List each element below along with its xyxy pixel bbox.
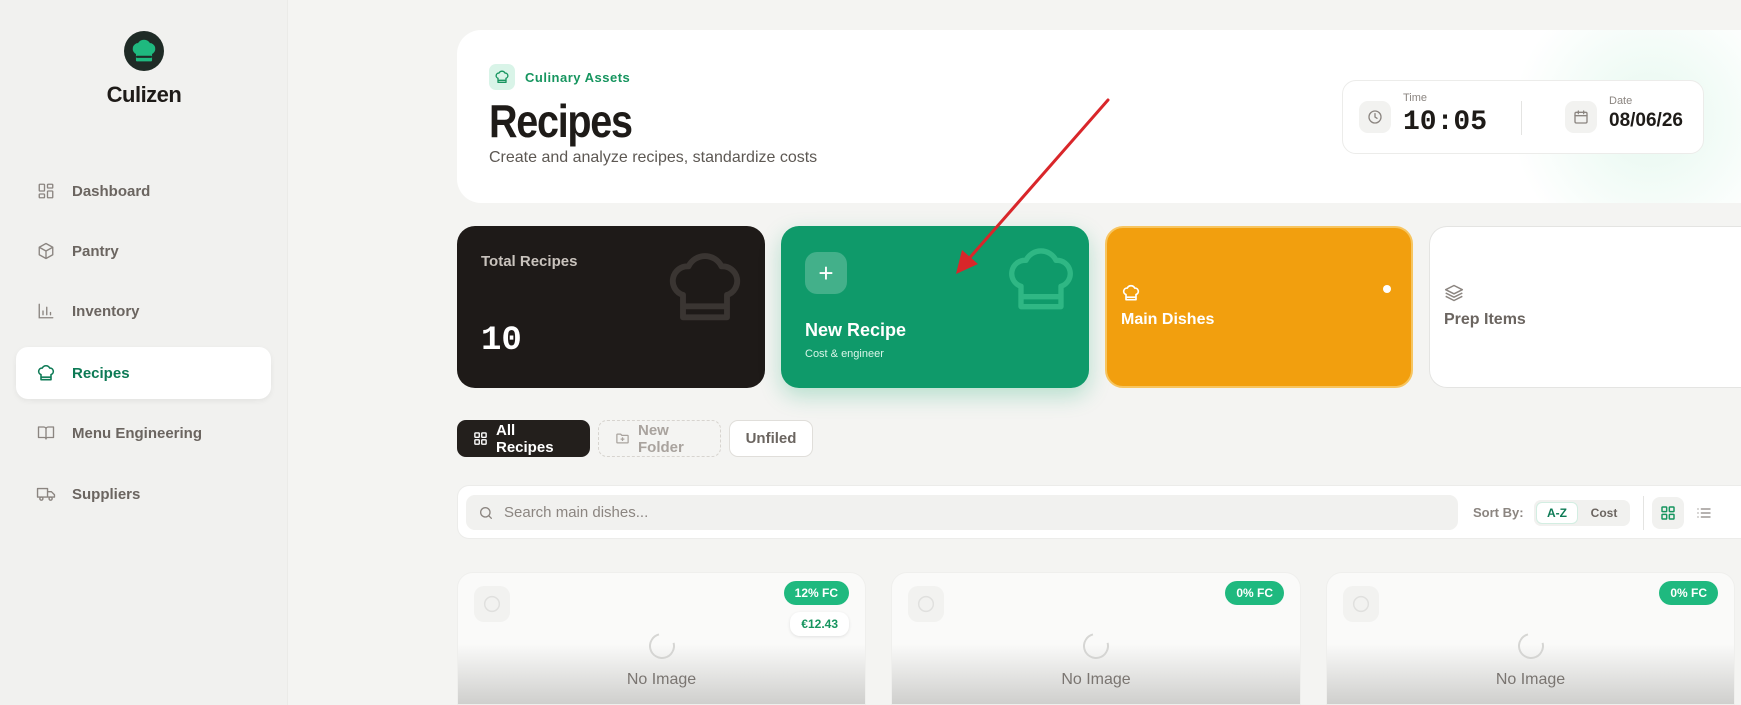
page-title: Recipes bbox=[489, 95, 633, 147]
no-image-placeholder: No Image bbox=[1061, 671, 1131, 688]
sidebar-item-inventory[interactable]: Inventory bbox=[16, 285, 271, 337]
search-toolbar: Sort By: A-Z Cost bbox=[457, 485, 1741, 539]
food-cost-badge: 0% FC bbox=[1659, 581, 1718, 605]
tab-label: Unfiled bbox=[745, 430, 797, 447]
plus-icon: + bbox=[805, 252, 847, 294]
dashboard-icon bbox=[36, 181, 56, 201]
page-subtitle: Create and analyze recipes, standardize … bbox=[489, 149, 818, 166]
chef-hat-icon bbox=[36, 363, 56, 383]
sidebar-item-label: Dashboard bbox=[72, 182, 151, 200]
chef-hat-icon bbox=[1122, 284, 1140, 301]
sort-az-button[interactable]: A-Z bbox=[1536, 502, 1578, 524]
sidebar-item-label: Inventory bbox=[72, 302, 140, 320]
sort-cost-button[interactable]: Cost bbox=[1582, 502, 1626, 524]
sidebar-item-dashboard[interactable]: Dashboard bbox=[16, 165, 271, 217]
list-icon bbox=[1697, 508, 1711, 518]
sidebar-item-pantry[interactable]: Pantry bbox=[16, 225, 271, 277]
tab-unfiled[interactable]: Unfiled bbox=[729, 420, 813, 457]
sidebar-item-suppliers[interactable]: Suppliers bbox=[16, 468, 271, 520]
divider bbox=[1521, 101, 1522, 135]
main-dishes-label: Main Dishes bbox=[1121, 311, 1215, 328]
date-value: 08/06/26 bbox=[1609, 110, 1683, 131]
price-badge: €12.43 bbox=[790, 612, 849, 636]
date-label: Date bbox=[1609, 95, 1633, 107]
food-cost-badge: 0% FC bbox=[1225, 581, 1284, 605]
no-image-placeholder: No Image bbox=[626, 671, 697, 688]
new-recipe-label: New Recipe bbox=[805, 320, 907, 340]
folder-plus-icon bbox=[615, 431, 630, 446]
total-recipes-card: Total Recipes 10 bbox=[457, 226, 765, 388]
chef-hat-logo-icon bbox=[124, 31, 164, 71]
chef-hat-icon bbox=[489, 64, 515, 90]
truck-icon bbox=[36, 484, 56, 504]
tab-label: All Recipes bbox=[496, 421, 554, 456]
bar-chart-icon bbox=[36, 301, 56, 321]
layers-icon bbox=[1444, 284, 1464, 302]
time-value: 10:05 bbox=[1403, 107, 1488, 138]
recipe-card[interactable]: 12% FC €12.43 No Image bbox=[457, 572, 866, 705]
section-eyebrow: Culinary Assets bbox=[525, 70, 631, 85]
active-dot bbox=[1383, 285, 1391, 293]
chef-hat-watermark-icon bbox=[669, 253, 741, 321]
search-icon bbox=[478, 505, 494, 521]
select-checkbox[interactable] bbox=[474, 586, 510, 622]
grid-icon bbox=[1661, 506, 1675, 520]
sidebar-item-recipes[interactable]: Recipes bbox=[16, 347, 271, 399]
sort-toggle: A-Z Cost bbox=[1534, 500, 1630, 526]
grid-view-button[interactable] bbox=[1652, 497, 1684, 529]
recipe-card[interactable]: 0% FC No Image bbox=[891, 572, 1301, 705]
sidebar-item-menu-engineering[interactable]: Menu Engineering bbox=[16, 407, 271, 459]
sort-label: Sort By: bbox=[1473, 505, 1524, 520]
book-icon bbox=[36, 423, 56, 443]
page-header: Culinary Assets Recipes Create and analy… bbox=[457, 30, 1741, 203]
divider bbox=[1643, 496, 1644, 530]
time-label: Time bbox=[1403, 92, 1428, 104]
prep-items-label: Prep Items bbox=[1444, 311, 1526, 328]
sidebar-item-label: Suppliers bbox=[72, 485, 141, 503]
new-recipe-button[interactable]: + New Recipe Cost & engineer bbox=[781, 226, 1089, 388]
search-input[interactable] bbox=[504, 504, 1404, 521]
search-box[interactable] bbox=[466, 495, 1458, 530]
grid-icon bbox=[473, 431, 488, 446]
total-recipes-value: 10 bbox=[481, 322, 522, 360]
clock-icon bbox=[1359, 101, 1391, 133]
new-recipe-sublabel: Cost & engineer bbox=[805, 348, 884, 360]
sidebar-item-label: Pantry bbox=[72, 242, 119, 260]
new-folder-button[interactable]: New Folder bbox=[598, 420, 721, 457]
tab-all-recipes[interactable]: All Recipes bbox=[457, 420, 590, 457]
food-cost-badge: 12% FC bbox=[783, 581, 849, 605]
no-image-placeholder: No Image bbox=[1495, 671, 1566, 688]
sidebar-item-label: Recipes bbox=[72, 364, 130, 382]
select-checkbox[interactable] bbox=[1343, 586, 1379, 622]
sidebar: Culizen Dashboard Pantry Inventory Recip… bbox=[0, 0, 288, 705]
recipe-card[interactable]: 0% FC No Image bbox=[1326, 572, 1735, 705]
main-dishes-filter-card[interactable]: Main Dishes bbox=[1105, 226, 1413, 388]
tab-label: New Folder bbox=[638, 421, 684, 456]
total-recipes-label: Total Recipes bbox=[481, 253, 578, 270]
brand-name: Culizen bbox=[106, 82, 182, 107]
prep-items-filter-card[interactable]: Prep Items bbox=[1429, 226, 1741, 388]
box-icon bbox=[36, 241, 56, 261]
calendar-icon bbox=[1565, 101, 1597, 133]
list-view-button[interactable] bbox=[1688, 497, 1720, 529]
datetime-widget: Time 10:05 Date 08/06/26 bbox=[1342, 80, 1704, 154]
select-checkbox[interactable] bbox=[908, 586, 944, 622]
chef-hat-watermark-icon bbox=[1009, 248, 1073, 310]
sidebar-item-label: Menu Engineering bbox=[72, 424, 203, 442]
